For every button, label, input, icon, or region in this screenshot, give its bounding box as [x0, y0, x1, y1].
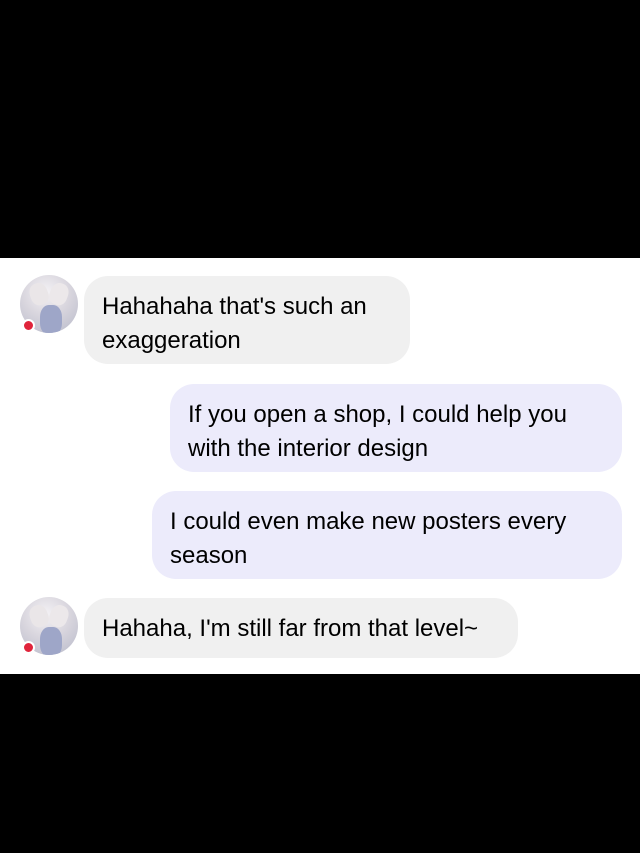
message-text: If you open a shop, I could help you wit…	[188, 401, 567, 462]
screen: { "colors": { "frame": "#000000", "panel…	[0, 0, 640, 853]
message-text: Hahaha, I'm still far from that level~	[102, 615, 479, 642]
message-bubble-incoming[interactable]: Hahahaha that's such an exaggeration	[84, 276, 410, 364]
chat-panel: Hahahaha that's such an exaggeration If …	[0, 258, 640, 674]
message-text: I could even make new posters every seas…	[170, 508, 567, 569]
message-text: Hahahaha that's such an exaggeration	[102, 293, 367, 354]
message-bubble-incoming[interactable]: Hahaha, I'm still far from that level~	[84, 598, 518, 658]
status-dot-icon	[22, 641, 35, 654]
status-dot-icon	[22, 319, 35, 332]
contact-avatar[interactable]	[20, 275, 78, 333]
message-bubble-outgoing[interactable]: I could even make new posters every seas…	[152, 491, 622, 579]
message-bubble-outgoing[interactable]: If you open a shop, I could help you wit…	[170, 384, 622, 472]
contact-avatar[interactable]	[20, 597, 78, 655]
